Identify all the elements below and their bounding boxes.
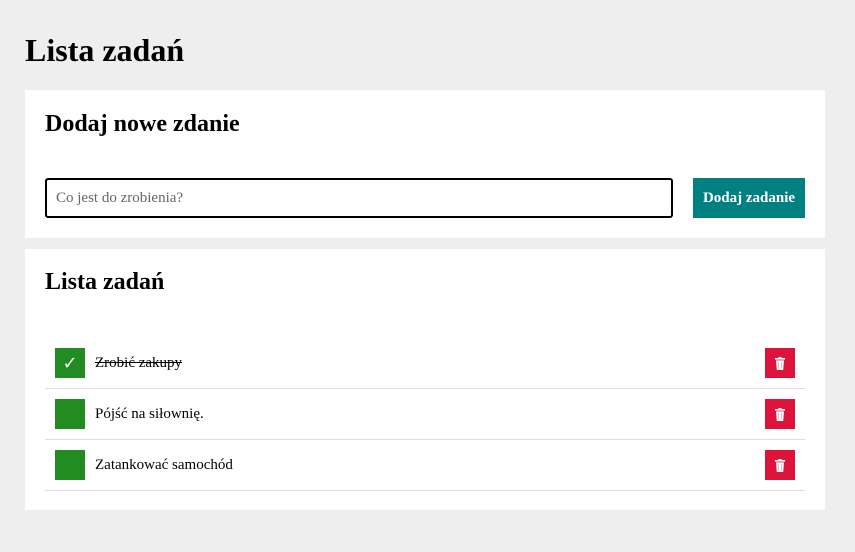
trash-icon [775,407,785,421]
task-checkbox[interactable]: ✓ [55,348,85,378]
task-list-card: Lista zadań ✓ Zrobić zakupy Pójść na sił… [25,249,825,510]
add-task-button[interactable]: Dodaj zadanie [693,178,805,218]
trash-icon [775,356,785,370]
task-text: Zatankować samochód [95,457,233,473]
task-input[interactable] [45,178,673,218]
add-task-card: Dodaj nowe zdanie Dodaj zadanie [25,90,825,238]
task-checkbox[interactable] [55,450,85,480]
task-text: Pójść na siłownię. [95,406,204,422]
page-title: Lista zadań [25,32,185,68]
task-item: ✓ Zrobić zakupy [45,338,805,389]
add-task-heading: Dodaj nowe zdanie [45,111,240,137]
task-text: Zrobić zakupy [95,355,183,371]
trash-icon [775,458,785,472]
task-list-heading: Lista zadań [45,269,165,295]
delete-task-button[interactable] [765,348,795,378]
task-item: Pójść na siłownię. [45,389,805,440]
delete-task-button[interactable] [765,450,795,480]
delete-task-button[interactable] [765,399,795,429]
task-item: Zatankować samochód [45,440,805,491]
task-list: ✓ Zrobić zakupy Pójść na siłownię. Zatan… [45,338,805,491]
checkmark-icon: ✓ [62,352,78,374]
task-checkbox[interactable] [55,399,85,429]
